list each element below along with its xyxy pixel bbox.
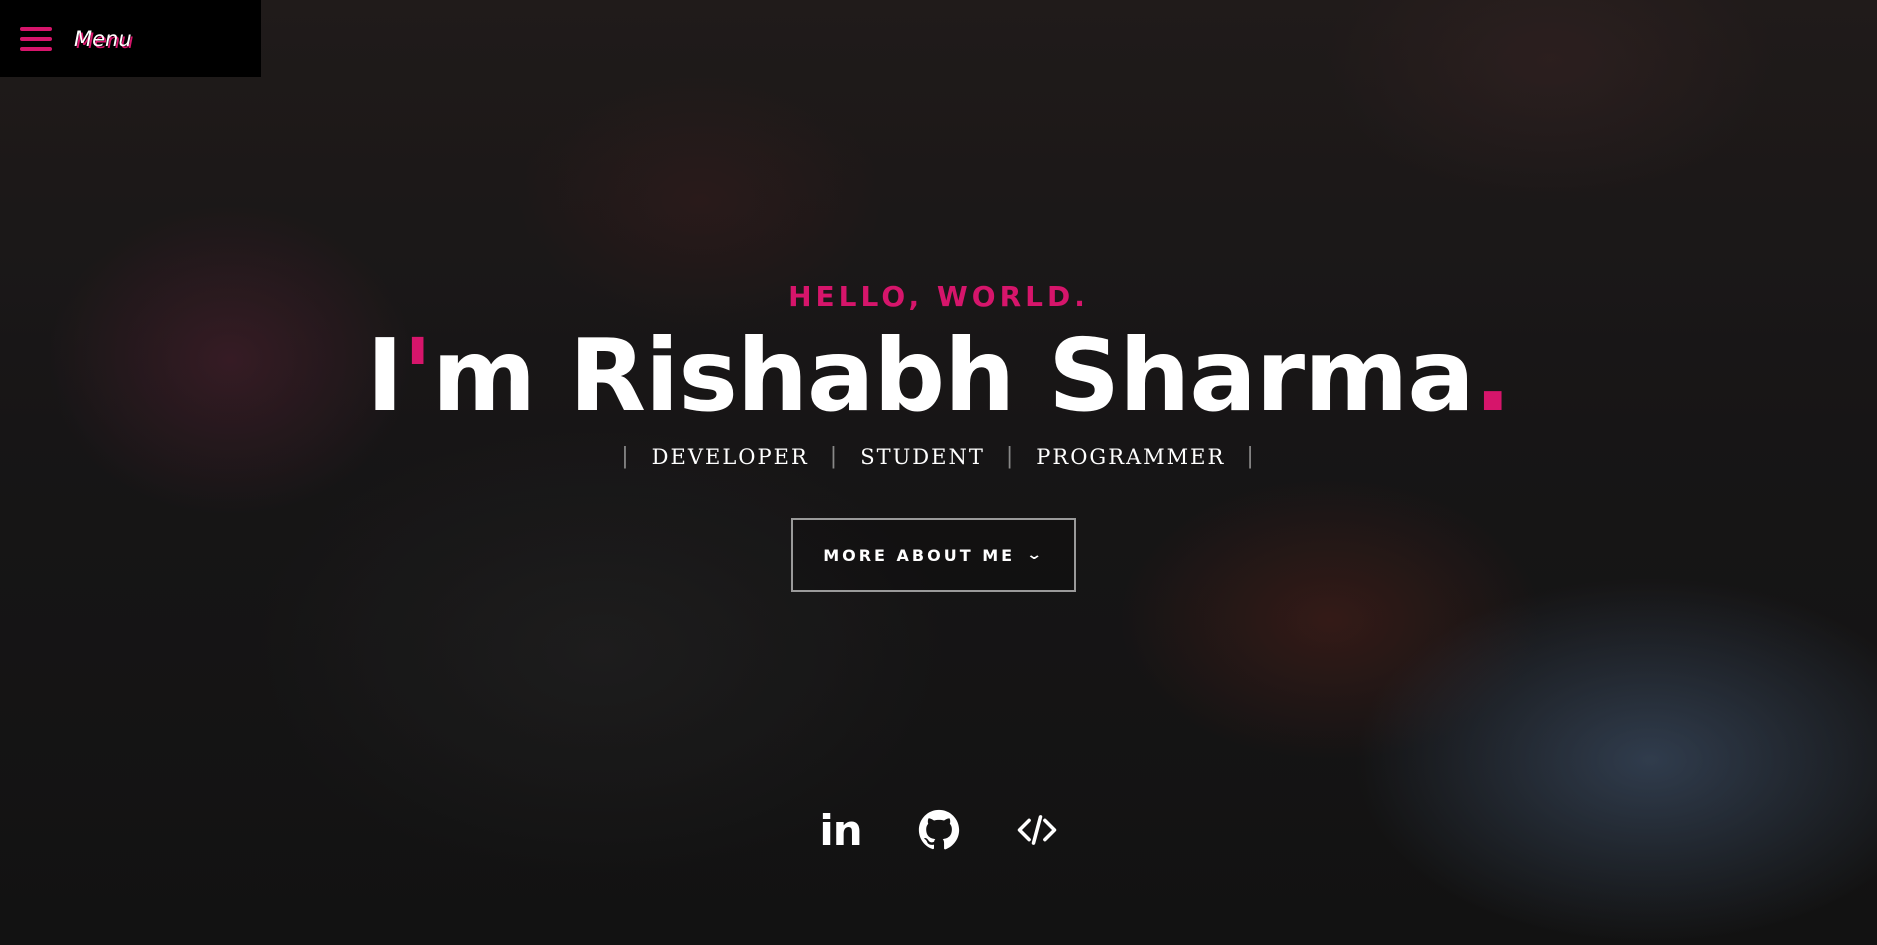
role-separator: |	[1005, 444, 1016, 469]
name-rest: m Rishabh Sharma	[432, 317, 1475, 434]
hamburger-icon[interactable]	[20, 26, 52, 51]
role-separator: |	[1246, 444, 1256, 469]
greeting-text: HELLO, WORLD.	[788, 280, 1089, 313]
hero-content: HELLO, WORLD. I'm Rishabh Sharma. | DEVE…	[0, 0, 1877, 945]
code-icon[interactable]	[1015, 808, 1059, 852]
linkedin-icon[interactable]: in	[819, 806, 862, 855]
name-apostrophe: '	[402, 317, 433, 434]
role-separator: |	[621, 444, 631, 469]
name-prefix: I	[366, 317, 403, 434]
roles-list: | DEVELOPER | STUDENT | PROGRAMMER |	[0, 444, 1877, 469]
name-dot: .	[1473, 317, 1512, 434]
chevron-down-icon: ⌄	[1026, 547, 1047, 563]
social-links: in	[0, 806, 1877, 855]
role-item: PROGRAMMER	[1036, 444, 1226, 469]
cta-label: MORE ABOUT ME	[823, 545, 1016, 565]
more-about-me-button[interactable]: MORE ABOUT ME ⌄	[791, 518, 1076, 592]
role-item: STUDENT	[860, 444, 985, 469]
menu-toggle[interactable]: Menu	[0, 0, 261, 77]
role-separator: |	[829, 444, 840, 469]
menu-label[interactable]: Menu	[74, 27, 132, 51]
hero-name: I'm Rishabh Sharma.	[0, 318, 1877, 433]
role-item: DEVELOPER	[651, 444, 809, 469]
github-icon[interactable]	[917, 808, 961, 852]
